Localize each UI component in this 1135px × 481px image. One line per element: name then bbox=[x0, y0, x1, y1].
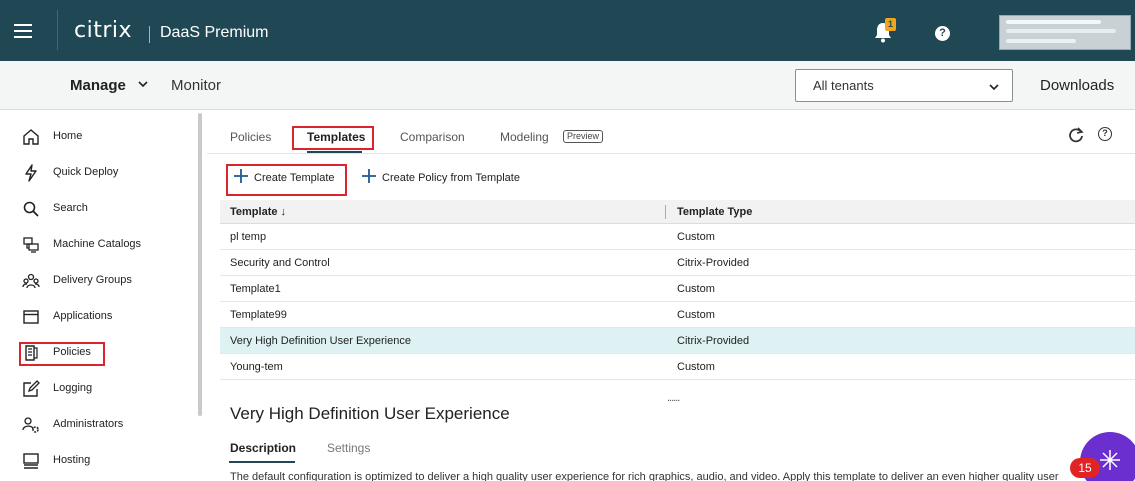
product-name: DaaS Premium bbox=[160, 24, 269, 41]
redacted-text bbox=[1006, 20, 1101, 24]
table-row[interactable]: Template1 Custom bbox=[220, 276, 1135, 302]
cell-template-name: Very High Definition User Experience bbox=[230, 335, 411, 347]
cell-template-name: Young-tem bbox=[230, 361, 283, 373]
sidebar-item-hosting[interactable]: Hosting bbox=[20, 446, 195, 476]
active-tab-indicator bbox=[307, 151, 362, 153]
tenant-select[interactable]: All tenants bbox=[795, 69, 1013, 102]
sidebar-item-delivery-groups[interactable]: Delivery Groups bbox=[20, 266, 195, 296]
sidebar-item-label: Delivery Groups bbox=[53, 274, 132, 286]
home-icon bbox=[23, 129, 39, 145]
tab-settings[interactable]: Settings bbox=[327, 441, 370, 455]
sidebar-item-label: Search bbox=[53, 202, 88, 214]
create-template-highlight-box bbox=[226, 164, 347, 196]
table-row[interactable]: Security and Control Citrix-Provided bbox=[220, 250, 1135, 276]
sidebar-item-machine-catalogs[interactable]: Machine Catalogs bbox=[20, 230, 195, 260]
templates-table: Template ↓ Template Type pl temp Custom … bbox=[220, 200, 1135, 380]
table-row[interactable]: Template99 Custom bbox=[220, 302, 1135, 328]
sidebar-item-administrators[interactable]: Administrators bbox=[20, 410, 195, 440]
column-header-template-type[interactable]: Template Type bbox=[677, 206, 752, 218]
create-policy-from-template-label: Create Policy from Template bbox=[382, 172, 520, 184]
sidebar-item-logging[interactable]: Logging bbox=[20, 374, 195, 404]
sidebar-item-label: Machine Catalogs bbox=[53, 238, 142, 250]
sidebar-item-label: Hosting bbox=[53, 454, 91, 466]
delivery-groups-icon bbox=[22, 273, 40, 289]
hosting-icon bbox=[23, 453, 39, 469]
policies-highlight-box bbox=[19, 342, 105, 366]
top-bar: citrix DaaS Premium 1 ? bbox=[0, 0, 1135, 61]
cell-template-type: Custom bbox=[677, 283, 715, 295]
refresh-icon[interactable] bbox=[1068, 127, 1084, 143]
sidebar: Home Quick Deploy Search Machine Catalog… bbox=[0, 111, 207, 481]
logging-icon bbox=[23, 380, 40, 397]
user-account-menu[interactable] bbox=[999, 15, 1131, 50]
chat-notification-badge: 15 bbox=[1070, 458, 1100, 478]
active-tab-indicator bbox=[229, 461, 295, 463]
template-description: The default configuration is optimized t… bbox=[230, 471, 1059, 481]
secondary-nav-bar: Manage Monitor All tenants Downloads bbox=[0, 61, 1135, 110]
sidebar-item-label: Applications bbox=[53, 310, 113, 322]
cell-template-type: Custom bbox=[677, 361, 715, 373]
sidebar-scrollbar[interactable] bbox=[198, 113, 202, 416]
tab-bar: Policies Templates Comparison Modeling P… bbox=[207, 111, 1135, 154]
tab-comparison[interactable]: Comparison bbox=[400, 130, 465, 144]
downloads-link[interactable]: Downloads bbox=[1040, 77, 1114, 94]
panel-resize-handle[interactable]: ...... bbox=[667, 392, 680, 404]
sidebar-item-label: Logging bbox=[53, 382, 93, 394]
sparkle-icon bbox=[1100, 450, 1120, 470]
sidebar-item-home[interactable]: Home bbox=[20, 122, 195, 152]
plus-icon bbox=[362, 169, 376, 183]
sidebar-item-quick-deploy[interactable]: Quick Deploy bbox=[20, 158, 195, 188]
machine-catalogs-icon bbox=[23, 237, 39, 253]
help-icon[interactable]: ? bbox=[935, 26, 950, 41]
sidebar-item-applications[interactable]: Applications bbox=[20, 302, 195, 332]
divider bbox=[149, 26, 150, 43]
redacted-text bbox=[1006, 29, 1116, 33]
column-divider[interactable] bbox=[665, 205, 666, 219]
chevron-down-icon bbox=[989, 84, 999, 91]
cell-template-type: Custom bbox=[677, 231, 715, 243]
cell-template-name: Security and Control bbox=[230, 257, 330, 269]
administrators-icon bbox=[22, 417, 39, 433]
redacted-text bbox=[1006, 39, 1076, 43]
cell-template-name: pl temp bbox=[230, 231, 267, 243]
table-row[interactable]: Young-tem Custom bbox=[220, 354, 1135, 380]
detail-title: Very High Definition User Experience bbox=[230, 404, 510, 423]
applications-icon bbox=[23, 310, 39, 324]
preview-badge: Preview bbox=[563, 130, 604, 143]
cell-template-type: Citrix-Provided bbox=[677, 335, 750, 347]
sidebar-item-label: Home bbox=[53, 130, 83, 142]
search-icon bbox=[23, 201, 39, 217]
manage-menu[interactable]: Manage bbox=[70, 77, 126, 94]
sidebar-item-search[interactable]: Search bbox=[20, 194, 195, 224]
tab-policies[interactable]: Policies bbox=[230, 130, 271, 144]
divider bbox=[57, 10, 58, 50]
tenant-select-value: All tenants bbox=[813, 78, 874, 93]
table-header: Template ↓ Template Type bbox=[220, 200, 1135, 224]
lightning-icon bbox=[25, 164, 37, 182]
monitor-menu[interactable]: Monitor bbox=[171, 77, 221, 94]
table-row[interactable]: pl temp Custom bbox=[220, 224, 1135, 250]
column-header-template[interactable]: Template ↓ bbox=[230, 206, 286, 218]
cell-template-type: Custom bbox=[677, 309, 715, 321]
main-content: Policies Templates Comparison Modeling P… bbox=[207, 111, 1135, 481]
sidebar-item-label: Quick Deploy bbox=[53, 166, 119, 178]
hamburger-menu-icon[interactable] bbox=[0, 0, 46, 61]
citrix-logo: citrix bbox=[74, 18, 133, 43]
tab-description[interactable]: Description bbox=[230, 441, 296, 455]
chevron-down-icon[interactable] bbox=[137, 78, 149, 90]
cell-template-name: Template1 bbox=[230, 283, 281, 295]
table-row-selected[interactable]: Very High Definition User Experience Cit… bbox=[220, 328, 1135, 354]
sidebar-item-label: Administrators bbox=[53, 418, 124, 430]
cell-template-name: Template99 bbox=[230, 309, 287, 321]
cell-template-type: Citrix-Provided bbox=[677, 257, 750, 269]
tab-modeling[interactable]: Modeling bbox=[500, 130, 549, 144]
notification-badge: 1 bbox=[885, 18, 896, 31]
help-icon[interactable]: ? bbox=[1098, 127, 1112, 141]
templates-highlight-box bbox=[292, 126, 374, 150]
